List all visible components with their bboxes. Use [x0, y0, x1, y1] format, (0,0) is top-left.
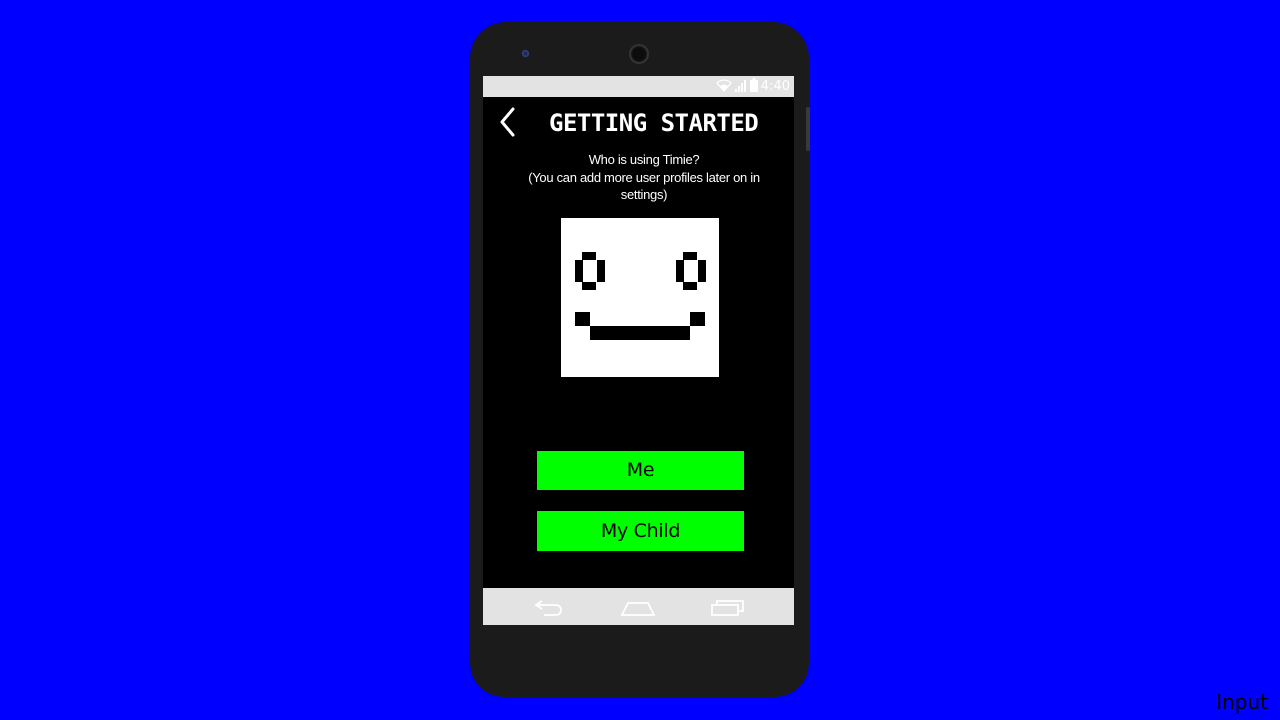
- avatar: [561, 218, 719, 377]
- wifi-icon: [715, 77, 732, 96]
- chevron-left-icon: [497, 107, 523, 144]
- prompt-hint-line: (You can add more user profiles later on…: [528, 169, 760, 185]
- battery-icon: [749, 77, 758, 96]
- app-header: GETTING STARTED: [483, 97, 794, 149]
- input-caption: Input: [1216, 690, 1268, 714]
- proximity-sensor: [522, 50, 529, 57]
- navigation-bar: [483, 588, 794, 625]
- pixel-smiley-face-icon: [561, 252, 719, 381]
- me-button[interactable]: Me: [537, 451, 744, 490]
- stage: 4:40 GETTING STARTED Who is using Timie?…: [0, 0, 1280, 720]
- home-icon: [618, 602, 658, 624]
- signal-icon: [734, 77, 747, 96]
- my-child-button[interactable]: My Child: [537, 511, 744, 551]
- phone-screen: 4:40 GETTING STARTED Who is using Timie?…: [483, 76, 794, 625]
- nav-recents-button[interactable]: [708, 592, 748, 620]
- front-camera: [629, 44, 649, 64]
- power-key: [806, 107, 810, 151]
- prompt-question: Who is using Timie?: [588, 152, 700, 167]
- back-icon: [528, 600, 568, 624]
- status-bar: 4:40: [483, 76, 794, 97]
- nav-back-button[interactable]: [528, 592, 568, 620]
- nav-home-button[interactable]: [618, 592, 658, 620]
- status-icons: 4:40: [715, 77, 790, 96]
- page-title: GETTING STARTED: [549, 109, 759, 137]
- back-button[interactable]: [497, 106, 523, 140]
- prompt-hint-line: settings): [620, 187, 668, 202]
- status-time: 4:40: [760, 79, 790, 94]
- recents-icon: [708, 600, 748, 624]
- user-prompt: Who is using Timie? (You can add more us…: [503, 151, 785, 204]
